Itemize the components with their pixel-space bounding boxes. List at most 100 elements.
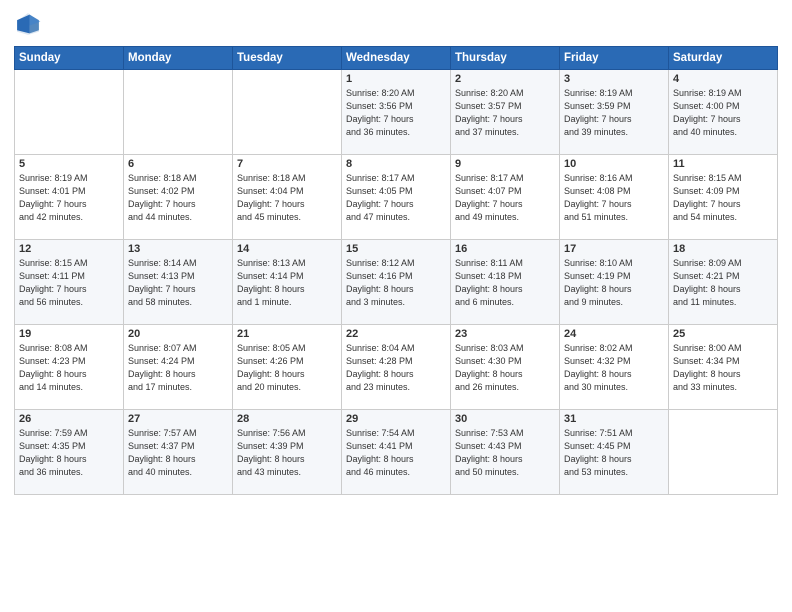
calendar-cell	[233, 70, 342, 155]
calendar-cell: 10 Sunrise: 8:16 AM Sunset: 4:08 PM Dayli…	[560, 155, 669, 240]
day-number: 22	[346, 328, 446, 340]
calendar-cell: 26Sunrise: 7:59 AM Sunset: 4:35 PM Dayli…	[15, 410, 124, 495]
day-info: Sunrise: 8:14 AM Sunset: 4:13 PM Dayligh…	[128, 257, 228, 309]
calendar-cell: 27 Sunrise: 7:57 AM Sunset: 4:37 PM Dayli…	[124, 410, 233, 495]
day-info: Sunrise: 8:08 AM Sunset: 4:23 PM Dayligh…	[19, 342, 119, 394]
day-info: Sunrise: 7:57 AM Sunset: 4:37 PM Dayligh…	[128, 427, 228, 479]
calendar-cell: 22 Sunrise: 8:04 AM Sunset: 4:28 PM Dayli…	[342, 325, 451, 410]
calendar-cell: 23 Sunrise: 8:03 AM Sunset: 4:30 PM Dayli…	[451, 325, 560, 410]
calendar-cell: 14 Sunrise: 8:13 AM Sunset: 4:14 PM Dayli…	[233, 240, 342, 325]
calendar-body: 1 Sunrise: 8:20 AM Sunset: 3:56 PM Daylig…	[15, 70, 778, 495]
day-number: 1	[346, 73, 446, 85]
day-number: 21	[237, 328, 337, 340]
weekday-header-tuesday: Tuesday	[233, 47, 342, 70]
calendar-week-1: 1 Sunrise: 8:20 AM Sunset: 3:56 PM Daylig…	[15, 70, 778, 155]
calendar-cell: 2 Sunrise: 8:20 AM Sunset: 3:57 PM Daylig…	[451, 70, 560, 155]
calendar-cell: 6 Sunrise: 8:18 AM Sunset: 4:02 PM Daylig…	[124, 155, 233, 240]
weekday-header-row: SundayMondayTuesdayWednesdayThursdayFrid…	[15, 47, 778, 70]
day-number: 11	[673, 158, 773, 170]
day-number: 8	[346, 158, 446, 170]
day-number: 9	[455, 158, 555, 170]
weekday-header-saturday: Saturday	[669, 47, 778, 70]
calendar-week-5: 26Sunrise: 7:59 AM Sunset: 4:35 PM Dayli…	[15, 410, 778, 495]
day-info: Sunrise: 8:15 AM Sunset: 4:09 PM Dayligh…	[673, 172, 773, 224]
calendar-cell: 7Sunrise: 8:18 AM Sunset: 4:04 PM Daylig…	[233, 155, 342, 240]
calendar-cell: 16 Sunrise: 8:11 AM Sunset: 4:18 PM Dayli…	[451, 240, 560, 325]
calendar-cell: 31 Sunrise: 7:51 AM Sunset: 4:45 PM Dayli…	[560, 410, 669, 495]
day-number: 29	[346, 413, 446, 425]
day-number: 16	[455, 243, 555, 255]
day-info: Sunrise: 8:13 AM Sunset: 4:14 PM Dayligh…	[237, 257, 337, 309]
day-info: Sunrise: 8:09 AM Sunset: 4:21 PM Dayligh…	[673, 257, 773, 309]
calendar-cell: 20 Sunrise: 8:07 AM Sunset: 4:24 PM Dayli…	[124, 325, 233, 410]
calendar-cell: 9 Sunrise: 8:17 AM Sunset: 4:07 PM Daylig…	[451, 155, 560, 240]
day-number: 31	[564, 413, 664, 425]
day-info: Sunrise: 8:17 AM Sunset: 4:07 PM Dayligh…	[455, 172, 555, 224]
day-number: 27	[128, 413, 228, 425]
calendar-week-2: 5 Sunrise: 8:19 AM Sunset: 4:01 PM Daylig…	[15, 155, 778, 240]
weekday-header-thursday: Thursday	[451, 47, 560, 70]
day-info: Sunrise: 8:19 AM Sunset: 3:59 PM Dayligh…	[564, 87, 664, 139]
day-info: Sunrise: 8:00 AM Sunset: 4:34 PM Dayligh…	[673, 342, 773, 394]
day-number: 6	[128, 158, 228, 170]
day-info: Sunrise: 7:56 AM Sunset: 4:39 PM Dayligh…	[237, 427, 337, 479]
calendar-cell: 1 Sunrise: 8:20 AM Sunset: 3:56 PM Daylig…	[342, 70, 451, 155]
day-number: 23	[455, 328, 555, 340]
day-number: 12	[19, 243, 119, 255]
calendar-cell: 28 Sunrise: 7:56 AM Sunset: 4:39 PM Dayli…	[233, 410, 342, 495]
day-info: Sunrise: 8:11 AM Sunset: 4:18 PM Dayligh…	[455, 257, 555, 309]
day-info: Sunrise: 8:18 AM Sunset: 4:02 PM Dayligh…	[128, 172, 228, 224]
day-info: Sunrise: 8:03 AM Sunset: 4:30 PM Dayligh…	[455, 342, 555, 394]
calendar-cell: 24 Sunrise: 8:02 AM Sunset: 4:32 PM Dayli…	[560, 325, 669, 410]
calendar-cell: 15 Sunrise: 8:12 AM Sunset: 4:16 PM Dayli…	[342, 240, 451, 325]
day-info: Sunrise: 8:12 AM Sunset: 4:16 PM Dayligh…	[346, 257, 446, 309]
calendar-cell: 3 Sunrise: 8:19 AM Sunset: 3:59 PM Daylig…	[560, 70, 669, 155]
day-number: 13	[128, 243, 228, 255]
day-info: Sunrise: 8:19 AM Sunset: 4:01 PM Dayligh…	[19, 172, 119, 224]
day-number: 2	[455, 73, 555, 85]
day-info: Sunrise: 8:07 AM Sunset: 4:24 PM Dayligh…	[128, 342, 228, 394]
calendar-cell: 8 Sunrise: 8:17 AM Sunset: 4:05 PM Daylig…	[342, 155, 451, 240]
calendar-cell: 25Sunrise: 8:00 AM Sunset: 4:34 PM Dayli…	[669, 325, 778, 410]
calendar-header: SundayMondayTuesdayWednesdayThursdayFrid…	[15, 47, 778, 70]
calendar-cell: 13 Sunrise: 8:14 AM Sunset: 4:13 PM Dayli…	[124, 240, 233, 325]
calendar-cell: 21Sunrise: 8:05 AM Sunset: 4:26 PM Dayli…	[233, 325, 342, 410]
day-number: 4	[673, 73, 773, 85]
day-number: 24	[564, 328, 664, 340]
weekday-header-friday: Friday	[560, 47, 669, 70]
calendar-cell: 11 Sunrise: 8:15 AM Sunset: 4:09 PM Dayli…	[669, 155, 778, 240]
day-info: Sunrise: 8:04 AM Sunset: 4:28 PM Dayligh…	[346, 342, 446, 394]
day-number: 14	[237, 243, 337, 255]
day-number: 15	[346, 243, 446, 255]
day-info: Sunrise: 8:19 AM Sunset: 4:00 PM Dayligh…	[673, 87, 773, 139]
day-info: Sunrise: 7:51 AM Sunset: 4:45 PM Dayligh…	[564, 427, 664, 479]
day-number: 3	[564, 73, 664, 85]
day-info: Sunrise: 7:53 AM Sunset: 4:43 PM Dayligh…	[455, 427, 555, 479]
calendar-week-3: 12 Sunrise: 8:15 AM Sunset: 4:11 PM Dayli…	[15, 240, 778, 325]
calendar-cell: 29 Sunrise: 7:54 AM Sunset: 4:41 PM Dayli…	[342, 410, 451, 495]
calendar-page: SundayMondayTuesdayWednesdayThursdayFrid…	[0, 0, 792, 612]
day-info: Sunrise: 8:10 AM Sunset: 4:19 PM Dayligh…	[564, 257, 664, 309]
day-info: Sunrise: 8:17 AM Sunset: 4:05 PM Dayligh…	[346, 172, 446, 224]
logo-icon	[14, 10, 42, 38]
day-number: 5	[19, 158, 119, 170]
day-number: 20	[128, 328, 228, 340]
calendar-cell: 30 Sunrise: 7:53 AM Sunset: 4:43 PM Dayli…	[451, 410, 560, 495]
day-info: Sunrise: 8:02 AM Sunset: 4:32 PM Dayligh…	[564, 342, 664, 394]
calendar-table: SundayMondayTuesdayWednesdayThursdayFrid…	[14, 46, 778, 495]
day-info: Sunrise: 7:54 AM Sunset: 4:41 PM Dayligh…	[346, 427, 446, 479]
calendar-cell: 4 Sunrise: 8:19 AM Sunset: 4:00 PM Daylig…	[669, 70, 778, 155]
weekday-header-wednesday: Wednesday	[342, 47, 451, 70]
day-info: Sunrise: 8:20 AM Sunset: 3:56 PM Dayligh…	[346, 87, 446, 139]
day-info: Sunrise: 8:15 AM Sunset: 4:11 PM Dayligh…	[19, 257, 119, 309]
day-number: 30	[455, 413, 555, 425]
day-number: 26	[19, 413, 119, 425]
day-number: 10	[564, 158, 664, 170]
calendar-cell: 17Sunrise: 8:10 AM Sunset: 4:19 PM Dayli…	[560, 240, 669, 325]
day-info: Sunrise: 8:20 AM Sunset: 3:57 PM Dayligh…	[455, 87, 555, 139]
day-number: 28	[237, 413, 337, 425]
calendar-cell: 18Sunrise: 8:09 AM Sunset: 4:21 PM Dayli…	[669, 240, 778, 325]
day-info: Sunrise: 8:16 AM Sunset: 4:08 PM Dayligh…	[564, 172, 664, 224]
weekday-header-sunday: Sunday	[15, 47, 124, 70]
weekday-header-monday: Monday	[124, 47, 233, 70]
